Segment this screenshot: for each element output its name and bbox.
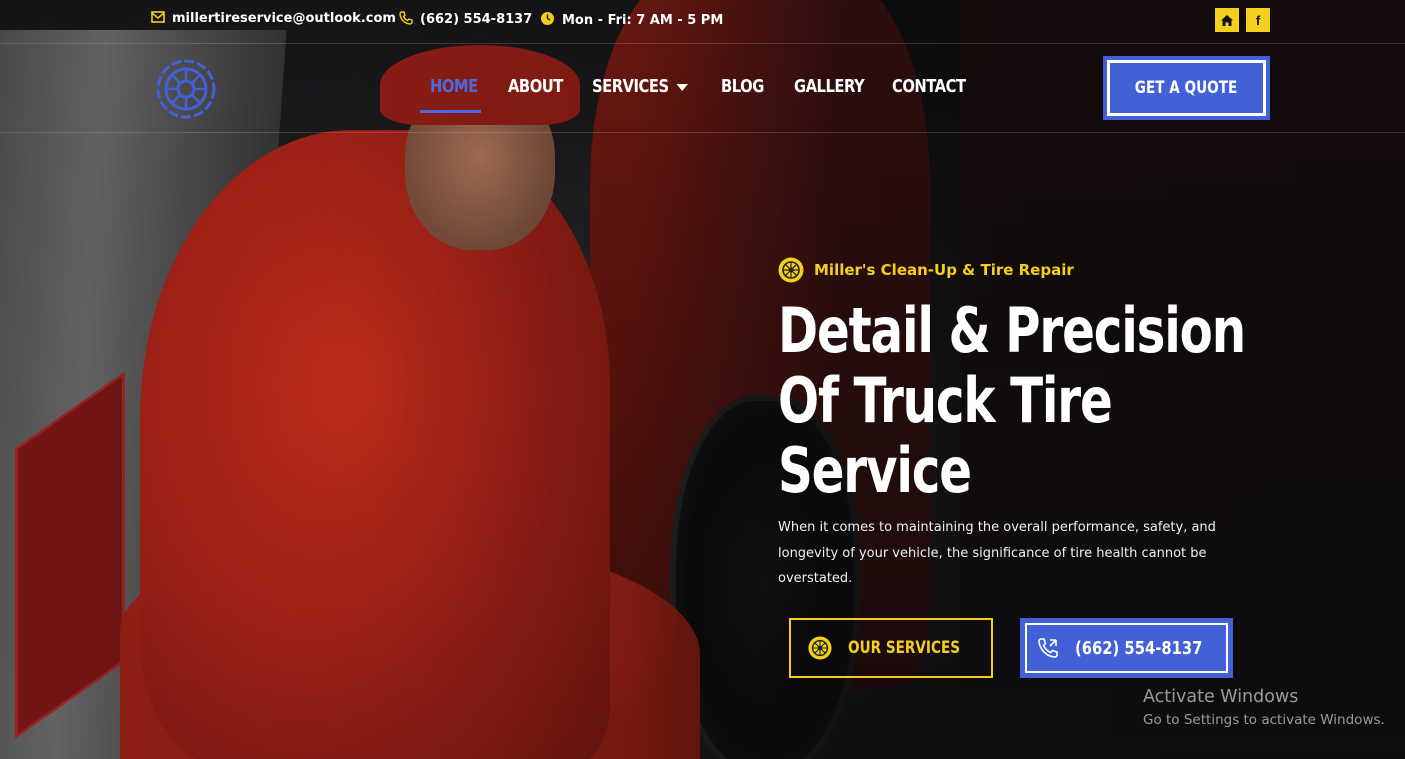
get-a-quote-button-frame: GET A QUOTE <box>1107 60 1266 116</box>
phone-icon <box>399 11 413 28</box>
hero-eyebrow: Miller's Clean-Up & Tire Repair <box>778 257 1074 283</box>
nav-home[interactable]: HOME <box>430 76 478 97</box>
nav-contact[interactable]: CONTACT <box>892 76 966 97</box>
topbar-hours: Mon - Fri: 7 AM - 5 PM <box>540 11 723 29</box>
nav-active-indicator <box>420 110 481 113</box>
topbar-email-text: millertireservice@outlook.com <box>172 11 396 26</box>
headline-line-3: Service <box>778 434 972 507</box>
wheel-icon <box>778 257 804 283</box>
get-a-quote-button[interactable]: GET A QUOTE <box>1103 56 1270 120</box>
topbar-phone[interactable]: (662) 554-8137 <box>399 11 532 28</box>
nav-home-label: HOME <box>430 76 478 97</box>
envelope-icon <box>151 11 165 26</box>
our-services-label: OUR SERVICES <box>847 638 961 658</box>
call-phone-label: (662) 554-8137 <box>1074 637 1203 659</box>
home-icon[interactable] <box>1215 8 1239 32</box>
topbar-email[interactable]: millertireservice@outlook.com <box>151 11 396 26</box>
clock-icon <box>540 11 555 29</box>
call-phone-button[interactable]: (662) 554-8137 <box>1020 618 1233 678</box>
nav-blog[interactable]: BLOG <box>721 76 764 97</box>
top-bar: millertireservice@outlook.com (662) 554-… <box>0 0 1405 44</box>
call-phone-button-frame: (662) 554-8137 <box>1025 623 1228 673</box>
hero-description: When it comes to maintaining the overall… <box>778 520 1216 586</box>
facebook-icon[interactable]: f <box>1246 8 1270 32</box>
headline-line-1: Detail & Precision <box>778 294 1246 367</box>
chevron-down-icon <box>676 83 689 91</box>
nav-gallery[interactable]: GALLERY <box>794 76 865 97</box>
watermark-subtitle: Go to Settings to activate Windows. <box>1143 712 1385 728</box>
headline-line-2: Of Truck Tire <box>778 364 1113 437</box>
facebook-glyph: f <box>1255 12 1261 28</box>
activate-windows-watermark: Activate Windows Go to Settings to activ… <box>1143 686 1385 731</box>
tire-logo-icon[interactable] <box>155 58 217 120</box>
watermark-title: Activate Windows <box>1143 687 1299 707</box>
nav-gallery-label: GALLERY <box>794 76 865 97</box>
nav-services[interactable]: SERVICES <box>592 76 689 97</box>
our-services-button[interactable]: OUR SERVICES <box>789 618 993 678</box>
topbar-hours-text: Mon - Fri: 7 AM - 5 PM <box>562 12 724 28</box>
nav-about[interactable]: ABOUT <box>508 76 563 97</box>
nav-contact-label: CONTACT <box>892 76 966 97</box>
nav-about-label: ABOUT <box>508 76 563 97</box>
hero-headline: Detail & Precision Of Truck Tire Service <box>778 296 1298 506</box>
nav-services-label: SERVICES <box>592 76 669 97</box>
nav-blog-label: BLOG <box>721 76 764 97</box>
get-a-quote-label: GET A QUOTE <box>1135 78 1238 98</box>
wheel-icon <box>808 636 832 660</box>
hero-eyebrow-text: Miller's Clean-Up & Tire Repair <box>814 261 1074 279</box>
phone-call-icon <box>1037 638 1058 658</box>
topbar-phone-text: (662) 554-8137 <box>420 12 533 27</box>
main-header: HOME ABOUT SERVICES BLOG GALLERY CONTACT… <box>0 44 1405 133</box>
